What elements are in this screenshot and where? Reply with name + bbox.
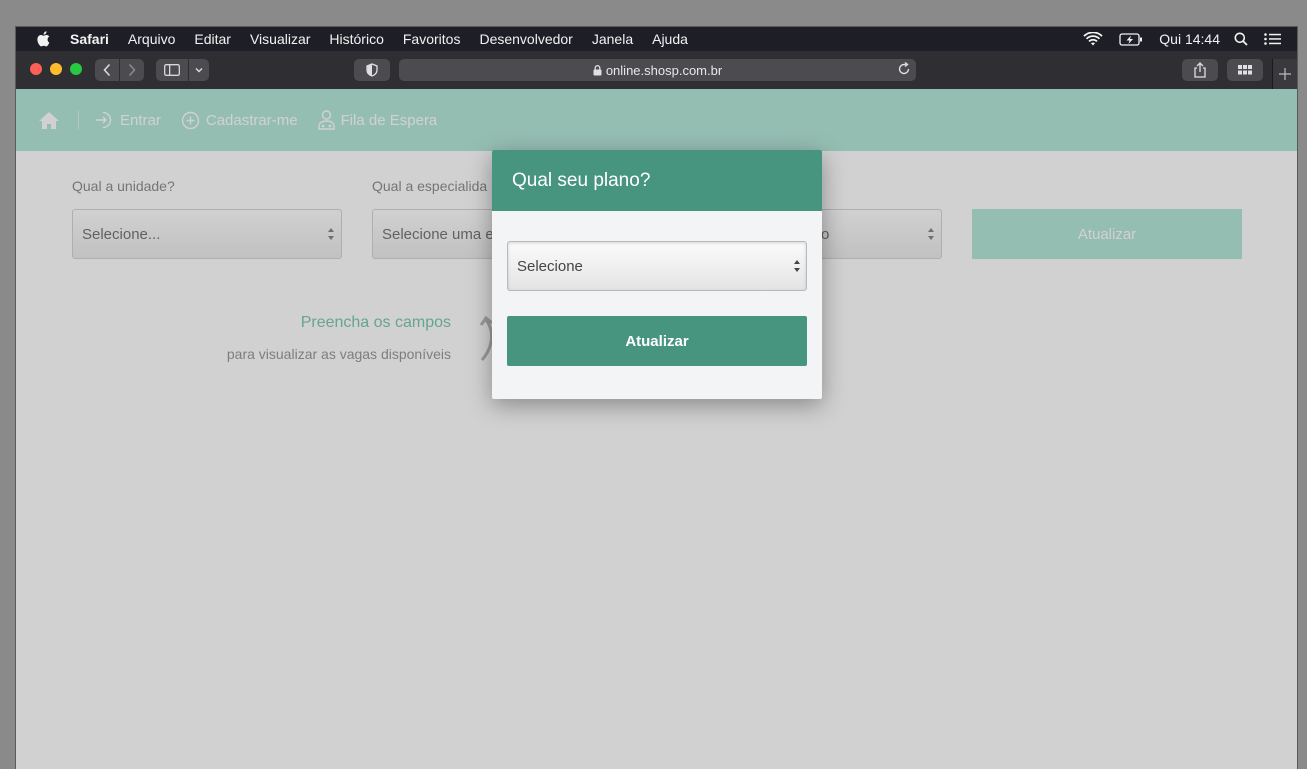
modal-header: Qual seu plano? [492, 150, 822, 211]
lock-icon [593, 64, 602, 76]
navigation-buttons [95, 59, 144, 81]
plan-select-value: Selecione [517, 257, 583, 275]
menu-app-name[interactable]: Safari [70, 31, 109, 47]
chevron-left-icon [103, 63, 111, 77]
modal-update-button[interactable]: Atualizar [507, 316, 807, 366]
menu-arquivo[interactable]: Arquivo [128, 31, 175, 47]
browser-toolbar: online.shosp.com.br [16, 51, 1297, 90]
sidebar-buttons [156, 59, 209, 81]
share-button[interactable] [1182, 59, 1218, 81]
web-page: Entrar Cadastrar-me Fila de Espera Qual … [16, 89, 1297, 769]
reload-icon[interactable] [897, 62, 911, 76]
sidebar-menu-button[interactable] [189, 59, 209, 81]
select-arrows-icon [794, 260, 800, 272]
notification-center-icon[interactable] [1264, 33, 1281, 45]
clock[interactable]: Qui 14:44 [1159, 31, 1220, 47]
back-button[interactable] [95, 59, 119, 81]
menu-favoritos[interactable]: Favoritos [403, 31, 461, 47]
close-window-button[interactable] [30, 63, 42, 75]
chevron-down-icon [195, 67, 203, 73]
new-tab-button[interactable] [1272, 59, 1297, 89]
plus-icon [1279, 68, 1291, 80]
shield-icon [366, 63, 378, 77]
tab-overview-button[interactable] [1227, 59, 1263, 81]
spotlight-icon[interactable] [1234, 32, 1248, 46]
chevron-right-icon [128, 63, 136, 77]
forward-button[interactable] [120, 59, 144, 81]
battery-icon[interactable] [1119, 32, 1143, 46]
menu-janela[interactable]: Janela [592, 31, 633, 47]
menu-visualizar[interactable]: Visualizar [250, 31, 310, 47]
address-bar[interactable]: online.shosp.com.br [399, 59, 916, 81]
plan-select[interactable]: Selecione [507, 241, 807, 291]
sidebar-toggle-button[interactable] [156, 59, 188, 81]
browser-window: Safari Arquivo Editar Visualizar Históri… [16, 27, 1297, 769]
menu-desenvolvedor[interactable]: Desenvolvedor [479, 31, 572, 47]
sidebar-icon [164, 64, 180, 76]
menu-bar: Safari Arquivo Editar Visualizar Históri… [16, 27, 1297, 51]
url-text: online.shosp.com.br [605, 62, 723, 78]
menu-ajuda[interactable]: Ajuda [652, 31, 688, 47]
modal-title: Qual seu plano? [512, 169, 651, 191]
wifi-icon[interactable] [1083, 31, 1103, 47]
share-icon [1194, 62, 1206, 78]
privacy-report-button[interactable] [354, 59, 390, 81]
grid-icon [1238, 65, 1252, 75]
fullscreen-window-button[interactable] [70, 63, 82, 75]
menu-historico[interactable]: Histórico [329, 31, 383, 47]
apple-icon[interactable] [36, 31, 56, 47]
menu-editar[interactable]: Editar [194, 31, 231, 47]
plan-modal: Qual seu plano? Selecione Atualizar [492, 150, 822, 399]
minimize-window-button[interactable] [50, 63, 62, 75]
